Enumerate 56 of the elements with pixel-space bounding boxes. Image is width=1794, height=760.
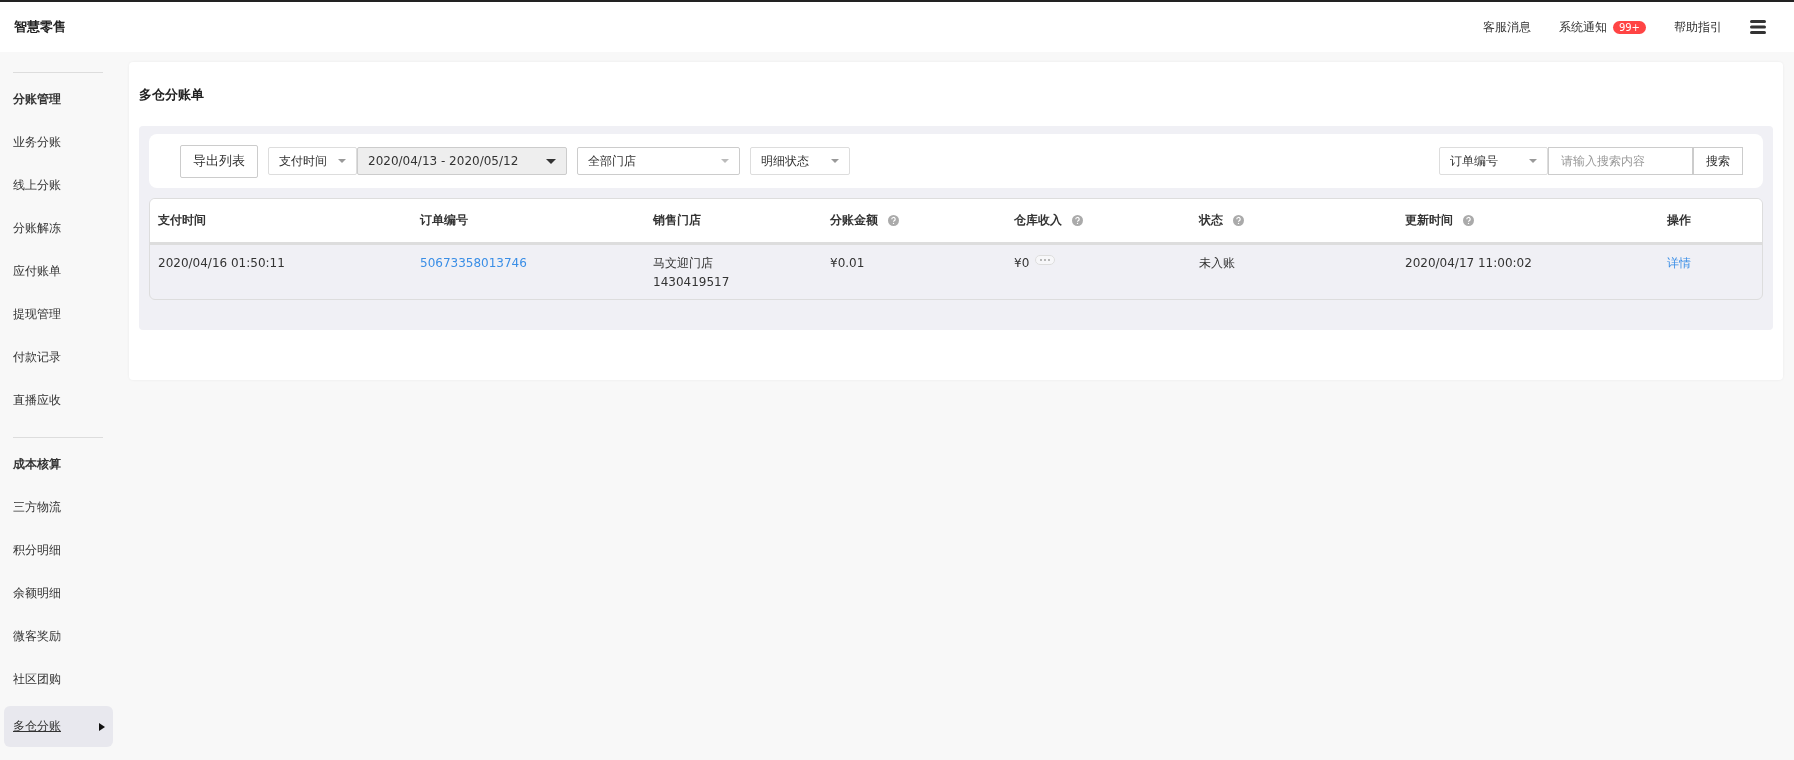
column-header: 支付时间 bbox=[158, 212, 206, 229]
sidebar-item[interactable]: 余额明细 bbox=[4, 577, 113, 610]
column-header: 状态 bbox=[1199, 212, 1223, 229]
table-cell: ¥0 bbox=[1014, 255, 1030, 271]
sidebar-item[interactable]: 积分明细 bbox=[4, 534, 113, 567]
help-icon[interactable] bbox=[888, 215, 899, 226]
sidebar-item[interactable]: 付款记录 bbox=[4, 341, 113, 374]
caret-icon bbox=[721, 159, 729, 163]
header-link[interactable]: 帮助指引 bbox=[1674, 18, 1722, 36]
caret-icon bbox=[1529, 159, 1537, 163]
caret-icon bbox=[338, 159, 346, 163]
search-field[interactable]: 请输入搜索内容 bbox=[1548, 147, 1693, 175]
triangle-icon bbox=[99, 722, 105, 731]
column-header: 操作 bbox=[1667, 212, 1691, 229]
menu-icon[interactable] bbox=[1750, 20, 1766, 34]
sidebar-item[interactable]: 线上分账 bbox=[4, 169, 113, 202]
sidebar-item[interactable]: 业务分账 bbox=[4, 126, 113, 159]
table-cell: ¥0.01 bbox=[830, 255, 865, 271]
search-type-select[interactable]: 订单编号 bbox=[1439, 147, 1548, 175]
help-icon[interactable] bbox=[1463, 215, 1474, 226]
header-link[interactable]: 客服消息 bbox=[1482, 18, 1531, 36]
more-icon[interactable] bbox=[1035, 255, 1056, 265]
sidebar-item[interactable]: 提现管理 bbox=[4, 298, 113, 331]
time-type-select[interactable]: 支付时间 bbox=[268, 147, 357, 175]
sidebar-item[interactable]: 应付账单 bbox=[4, 255, 113, 288]
table-cell: 2020/04/17 11:00:02 bbox=[1405, 255, 1532, 271]
caret-icon bbox=[831, 159, 839, 163]
header-link[interactable]: 系统通知 99+ bbox=[1558, 18, 1646, 36]
export-button[interactable]: 导出列表 bbox=[180, 144, 258, 178]
sidebar-item[interactable]: 多仓分账 bbox=[4, 706, 113, 747]
column-header: 仓库收入 bbox=[1014, 212, 1062, 229]
page-title: 多仓分账单 bbox=[139, 86, 205, 104]
date-range-field[interactable]: 2020/04/13 - 2020/05/12 bbox=[357, 147, 567, 175]
table-cell: 1430419517 bbox=[653, 274, 730, 290]
caret-icon bbox=[546, 158, 556, 164]
sidebar-item[interactable]: 三方物流 bbox=[4, 491, 113, 524]
help-icon[interactable] bbox=[1233, 215, 1244, 226]
sidebar-item[interactable]: 社区团购 bbox=[4, 663, 113, 696]
detail-status-select[interactable]: 明细状态 bbox=[750, 147, 850, 175]
store-select[interactable]: 全部门店 bbox=[577, 147, 740, 175]
sidebar-item[interactable]: 分账解冻 bbox=[4, 212, 113, 245]
help-icon[interactable] bbox=[1072, 215, 1083, 226]
table-cell: 马文迎门店 bbox=[653, 255, 713, 271]
table-cell: 2020/04/16 01:50:11 bbox=[158, 255, 285, 271]
table-cell: 未入账 bbox=[1199, 255, 1235, 271]
app-logo: 智慧零售 bbox=[14, 18, 66, 36]
sidebar-section-title: 成本核算 bbox=[13, 456, 62, 473]
search-button[interactable]: 搜索 bbox=[1693, 147, 1743, 175]
column-header: 销售门店 bbox=[653, 212, 701, 229]
column-header: 订单编号 bbox=[420, 212, 468, 229]
column-header: 分账金额 bbox=[830, 212, 878, 229]
sidebar-item[interactable]: 直播应收 bbox=[4, 384, 113, 417]
sidebar-item[interactable]: 微客奖励 bbox=[4, 620, 113, 653]
column-header: 更新时间 bbox=[1405, 212, 1453, 229]
notification-count: 99+ bbox=[1612, 20, 1646, 34]
sidebar-section-title: 分账管理 bbox=[13, 91, 62, 108]
